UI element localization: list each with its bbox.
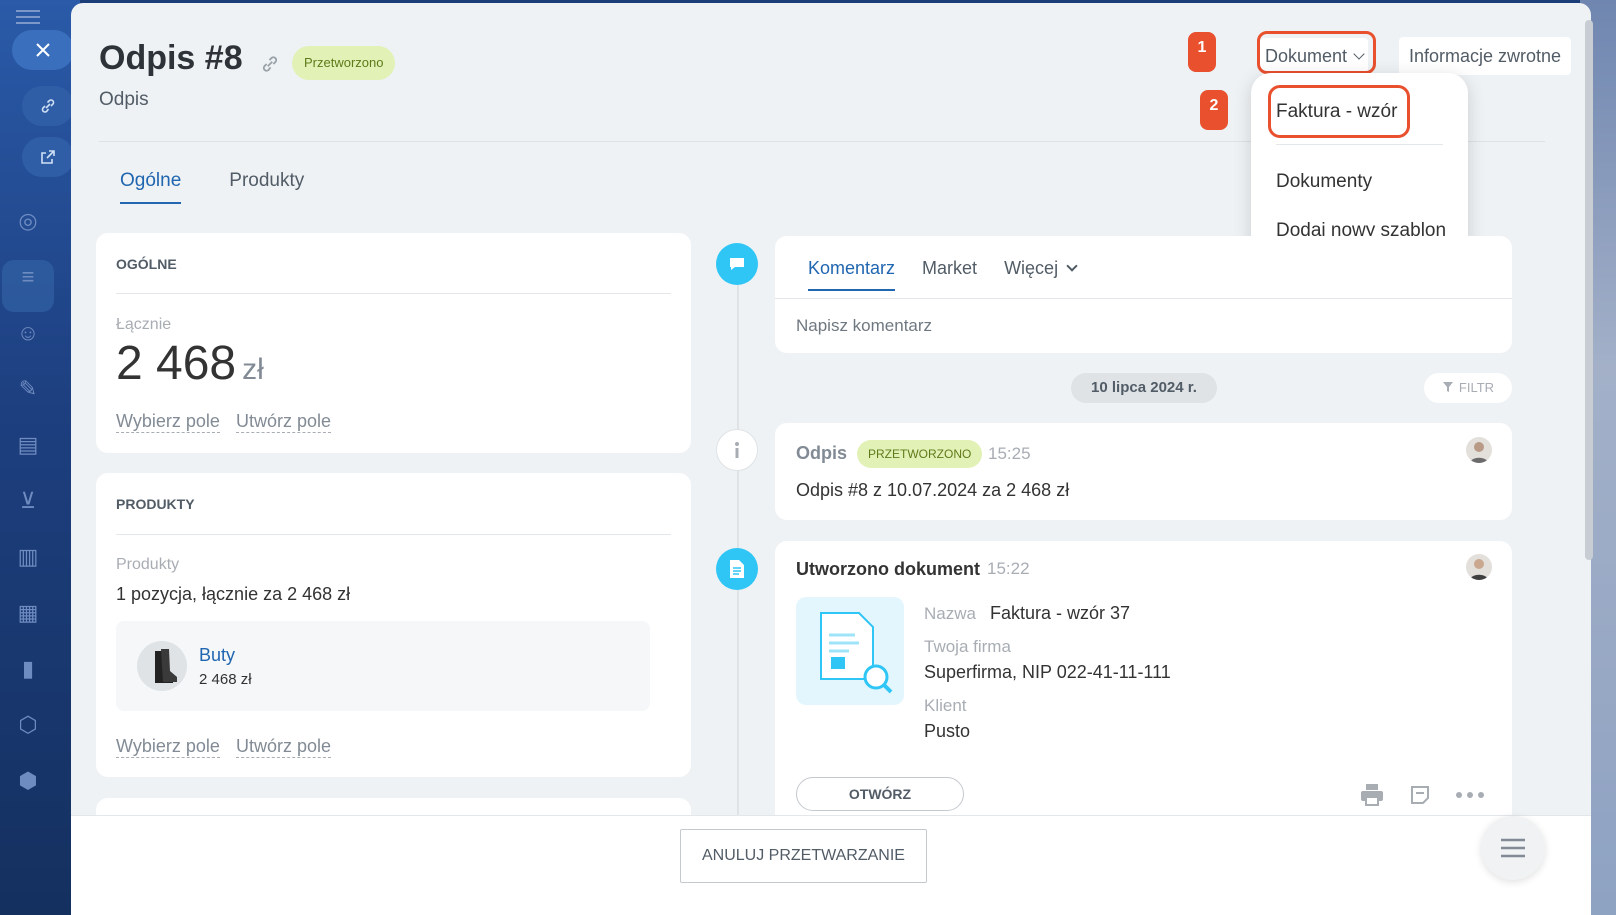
comment-composer: Komentarz Market Więcej Napisz komentarz xyxy=(775,236,1512,353)
step-marker-2: 2 xyxy=(1200,90,1228,130)
products-card: PRODUKTY Produkty 1 pozycja, łącznie za … xyxy=(96,473,691,777)
card-heading: PRODUKTY xyxy=(116,496,195,512)
feedback-button[interactable]: Informacje zwrotne xyxy=(1399,37,1571,75)
copy-link-icon[interactable] xyxy=(261,55,279,73)
create-field-link[interactable]: Utwórz pole xyxy=(236,410,332,433)
card-heading: OGÓLNE xyxy=(116,256,177,272)
card-divider xyxy=(116,534,671,535)
filter-button[interactable]: FILTR xyxy=(1424,373,1512,403)
close-slider-button[interactable] xyxy=(12,30,74,70)
total-label: Łącznie xyxy=(116,316,172,333)
list-icon xyxy=(1501,838,1525,858)
filter-label: FILTR xyxy=(1458,380,1495,395)
comment-input[interactable]: Napisz komentarz xyxy=(796,316,932,336)
avatar xyxy=(1466,437,1492,463)
hexagon-icon[interactable]: ⬡ xyxy=(14,711,42,739)
target-icon[interactable]: ◎ xyxy=(14,207,42,235)
more-icon[interactable] xyxy=(1455,791,1485,799)
menu-divider xyxy=(1276,144,1443,145)
calendar-icon[interactable]: ▦ xyxy=(14,599,42,627)
tab-more[interactable]: Więcej xyxy=(1004,258,1078,291)
product-name[interactable]: Buty xyxy=(199,645,235,666)
cancel-processing-button[interactable]: ANULUJ PRZETWARZANIE xyxy=(680,829,927,883)
products-label: Produkty xyxy=(116,556,180,573)
card-divider xyxy=(116,293,671,294)
cube-icon[interactable]: ⬢ xyxy=(14,767,42,795)
timeline-entry-writeoff: Odpis PRZETWORZONO 15:25 Odpis #8 z 10.0… xyxy=(775,423,1512,520)
tab-more-label: Więcej xyxy=(1004,258,1059,278)
composer-divider xyxy=(775,298,1512,299)
total-value: 2 468 xyxy=(116,337,237,390)
comment-icon xyxy=(716,243,758,285)
highlight-ring-1 xyxy=(1257,31,1376,74)
tab-products[interactable]: Produkty xyxy=(229,170,304,204)
menu-item-documents[interactable]: Dokumenty xyxy=(1276,171,1372,193)
note-icon[interactable] xyxy=(1409,784,1431,806)
tab-market[interactable]: Market xyxy=(922,258,977,291)
store-icon[interactable]: ▥ xyxy=(14,543,42,571)
document-icon[interactable]: ▤ xyxy=(14,431,42,459)
composer-tabs: Komentarz Market Więcej xyxy=(808,258,1078,291)
product-item[interactable]: Buty 2 468 zł xyxy=(116,621,650,711)
close-icon xyxy=(36,43,50,57)
timeline-line xyxy=(737,265,739,825)
entry-time: 15:22 xyxy=(987,559,1030,578)
analytics-icon[interactable]: ▮ xyxy=(14,655,42,683)
general-card: OGÓLNE Łącznie 2 468 zł Wybierz pole Utwó… xyxy=(96,233,691,453)
total-amount: 2 468 zł xyxy=(116,336,264,391)
copy-link-button[interactable] xyxy=(22,86,74,126)
external-link-icon xyxy=(41,150,55,164)
info-icon xyxy=(716,429,758,471)
edit-icon[interactable]: ✎ xyxy=(14,375,42,403)
open-document-button[interactable]: OTWÓRZ xyxy=(796,777,964,811)
document-icon xyxy=(716,548,758,590)
client-label: Klient xyxy=(924,696,967,715)
currency: zł xyxy=(242,353,264,386)
tab-comment[interactable]: Komentarz xyxy=(808,258,896,291)
document-slider-panel: Odpis #8 Przetworzono Odpis 1 Dokument I… xyxy=(71,3,1591,915)
page-title: Odpis #8 xyxy=(99,39,243,77)
footer-bar: ANULUJ PRZETWARZANIE xyxy=(71,815,1591,915)
document-preview-icon[interactable] xyxy=(796,597,904,705)
client-value: Pusto xyxy=(924,721,971,741)
company-value: Superfirma, NIP 022-41-11-111 xyxy=(924,662,1171,682)
entry-time: 15:25 xyxy=(988,444,1031,463)
entry-status-badge: PRZETWORZONO xyxy=(857,440,983,468)
filter-icon xyxy=(1442,382,1453,392)
floating-menu-button[interactable] xyxy=(1481,816,1545,880)
company-label: Twoja firma xyxy=(924,637,1011,656)
cart-icon[interactable]: ⊻ xyxy=(14,487,42,515)
entry-title: Utworzono dokument xyxy=(796,559,980,579)
entry-title: Odpis xyxy=(796,443,848,463)
timeline-date: 10 lipca 2024 r. xyxy=(1071,373,1217,403)
name-value: Faktura - wzór 37 xyxy=(990,603,1131,623)
funnel-icon[interactable]: ≡ xyxy=(14,263,42,291)
robot-icon[interactable]: ☺ xyxy=(14,319,42,347)
create-field-link[interactable]: Utwórz pole xyxy=(236,735,332,758)
highlight-ring-2 xyxy=(1268,85,1410,138)
product-image xyxy=(137,641,187,691)
select-field-link[interactable]: Wybierz pole xyxy=(116,410,220,433)
chevron-down-icon xyxy=(1066,260,1078,272)
products-summary: 1 pozycja, łącznie za 2 468 zł xyxy=(116,584,351,604)
step-marker-1: 1 xyxy=(1188,32,1216,72)
open-in-new-window-button[interactable] xyxy=(22,137,74,177)
menu-icon[interactable] xyxy=(16,10,40,24)
print-icon[interactable] xyxy=(1359,781,1385,807)
avatar xyxy=(1466,554,1492,580)
entry-text: Odpis #8 z 10.07.2024 za 2 468 zł xyxy=(796,480,1070,500)
tab-general[interactable]: Ogólne xyxy=(120,170,182,204)
timeline-entry-document: Utworzono dokument 15:22 Nazwa Faktura -… xyxy=(775,541,1512,841)
scrollbar[interactable] xyxy=(1585,20,1593,560)
main-tabs: Ogólne Produkty xyxy=(120,170,304,204)
status-badge: Przetworzono xyxy=(292,46,396,80)
document-type: Odpis xyxy=(99,89,149,110)
product-price: 2 468 zł xyxy=(199,671,252,688)
name-label: Nazwa xyxy=(924,604,976,623)
link-icon xyxy=(41,99,55,113)
select-field-link[interactable]: Wybierz pole xyxy=(116,735,220,758)
